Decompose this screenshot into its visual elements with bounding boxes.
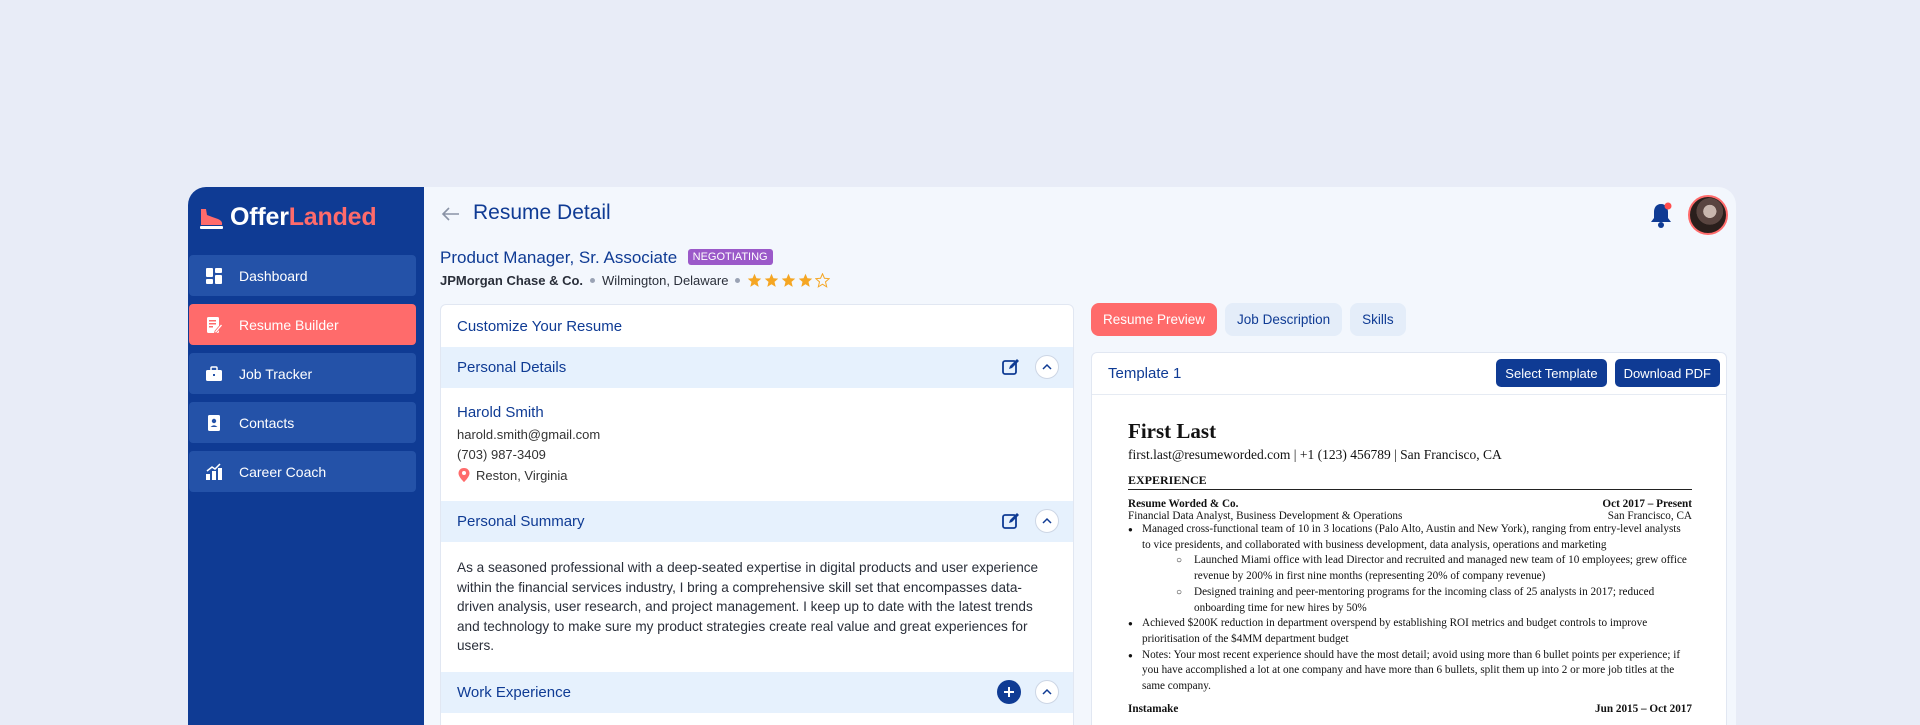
sidebar: OfferLanded Dashboard Resume Builder Job… [188,187,424,725]
doc-role: Financial Data Analyst, Business Develop… [1128,510,1403,522]
edit-icon[interactable] [1001,511,1021,531]
star-filled-icon[interactable] [764,273,779,288]
job-title: Product Manager, Sr. Associate [440,248,678,267]
dashboard-icon [206,267,222,284]
header: Resume Detail [424,187,1736,247]
resume-icon [207,316,223,334]
doc-bullet: Notes: Your most recent experience shoul… [1128,648,1692,695]
person-phone: (703) 987-3409 [457,447,546,462]
doc-section-title: EXPERIENCE [1128,473,1692,490]
page-title: Resume Detail [473,201,611,224]
tab-skills[interactable]: Skills [1350,303,1406,336]
person-name: Harold Smith [457,404,544,421]
doc-next-dates: Jun 2015 – Oct 2017 [1595,702,1692,715]
template-header: Template 1 Select Template Download PDF [1092,353,1726,395]
separator-dot [735,278,741,283]
doc-role-row: Financial Data Analyst, Business Develop… [1128,510,1692,522]
contacts-icon [208,414,220,431]
template-name: Template 1 [1108,365,1182,382]
location-pin-icon [458,468,470,482]
sidebar-item-contacts[interactable]: Contacts [189,402,416,443]
doc-next-company: Instamake [1128,702,1179,715]
doc-bullets: Managed cross-functional team of 10 in 3… [1128,522,1692,553]
chevron-up-icon [1042,517,1052,524]
doc-name: First Last [1128,419,1217,443]
doc-sub-bullets: Launched Miami office with lead Director… [1172,553,1692,616]
notification-bell-icon[interactable] [1648,201,1674,229]
avatar[interactable] [1688,195,1728,235]
briefcase-icon [206,365,222,381]
sidebar-item-label: Resume Builder [239,316,339,333]
job-location: Wilmington, Delaware [602,273,729,288]
sidebar-item-label: Dashboard [239,267,308,284]
page-background: OfferLanded Dashboard Resume Builder Job… [0,0,1920,725]
sidebar-item-label: Contacts [239,414,295,431]
edit-icon[interactable] [1001,357,1021,377]
doc-city: San Francisco, CA [1607,510,1692,522]
section-title: Work Experience [457,684,571,701]
tab-resume-preview[interactable]: Resume Preview [1091,303,1218,336]
download-pdf-button[interactable]: Download PDF [1614,359,1720,387]
collapse-button[interactable] [1035,680,1059,704]
job-heading: Product Manager, Sr. Associate NEGOTIATI… [440,248,773,268]
personal-summary-header: Personal Summary [441,501,1073,542]
star-filled-icon[interactable] [798,273,813,288]
star-filled-icon[interactable] [747,273,762,288]
chevron-up-icon [1042,363,1052,370]
add-experience-button[interactable] [997,680,1021,704]
doc-sub-bullet: Launched Miami office with lead Director… [1172,553,1692,584]
status-badge: NEGOTIATING [687,249,773,265]
personal-summary-text: As a seasoned professional with a deep-s… [457,560,1039,654]
customize-panel: Customize Your Resume Personal Details H… [440,304,1074,725]
back-arrow-icon[interactable] [440,203,462,225]
work-experience-header: Work Experience [441,672,1073,713]
sidebar-item-dashboard[interactable]: Dashboard [189,255,416,296]
separator-dot [590,278,596,283]
sidebar-item-career-coach[interactable]: Career Coach [189,451,416,492]
star-filled-icon[interactable] [781,273,796,288]
section-title: Personal Details [457,359,567,376]
logo[interactable]: OfferLanded [198,203,377,232]
rating-stars[interactable] [747,273,831,288]
personal-details-header: Personal Details [441,347,1073,388]
sidebar-item-job-tracker[interactable]: Job Tracker [189,353,416,394]
customize-heading: Customize Your Resume [457,317,623,335]
resume-preview-panel: Template 1 Select Template Download PDF … [1091,352,1727,725]
brand-name: OfferLanded [230,203,377,231]
doc-dates: Oct 2017 – Present [1602,498,1692,510]
location-text: Reston, Virginia [476,467,568,483]
preview-tabs: Resume Preview Job Description Skills [1091,303,1406,336]
job-meta: JPMorgan Chase & Co. Wilmington, Delawar… [440,273,831,288]
person-email: harold.smith@gmail.com [457,427,601,442]
app-window: OfferLanded Dashboard Resume Builder Job… [188,187,1736,725]
doc-bullet: Achieved $200K reduction in department o… [1128,616,1692,647]
personal-details-body: Harold Smith harold.smith@gmail.com (703… [441,388,1073,501]
sidebar-item-label: Job Tracker [239,365,313,382]
shoe-logo-icon [200,208,223,229]
sidebar-item-label: Career Coach [239,463,327,480]
doc-job-row: Resume Worded & Co. Oct 2017 – Present [1128,498,1692,510]
collapse-button[interactable] [1035,355,1059,379]
resume-document: First Last first.last@resumeworded.com |… [1128,419,1692,715]
tab-job-description[interactable]: Job Description [1225,303,1343,336]
doc-next-job-row: Instamake Jun 2015 – Oct 2017 [1128,703,1692,715]
doc-bullet: Managed cross-functional team of 10 in 3… [1128,522,1692,553]
collapse-button[interactable] [1035,509,1059,533]
doc-company: Resume Worded & Co. [1128,498,1239,510]
chevron-up-icon [1042,688,1052,695]
doc-contact: first.last@resumeworded.com | +1 (123) 4… [1128,447,1502,462]
plus-icon [1004,687,1014,697]
sidebar-item-resume-builder[interactable]: Resume Builder [189,304,416,345]
career-coach-icon [206,462,222,480]
doc-sub-bullet: Designed training and peer-mentoring pro… [1172,585,1692,616]
select-template-button[interactable]: Select Template [1496,359,1607,387]
doc-bullets: Achieved $200K reduction in department o… [1128,616,1692,695]
person-location: Reston, Virginia [457,467,1057,483]
company-name: JPMorgan Chase & Co. [440,273,584,288]
star-empty-icon[interactable] [815,273,831,288]
section-title: Personal Summary [457,513,585,530]
